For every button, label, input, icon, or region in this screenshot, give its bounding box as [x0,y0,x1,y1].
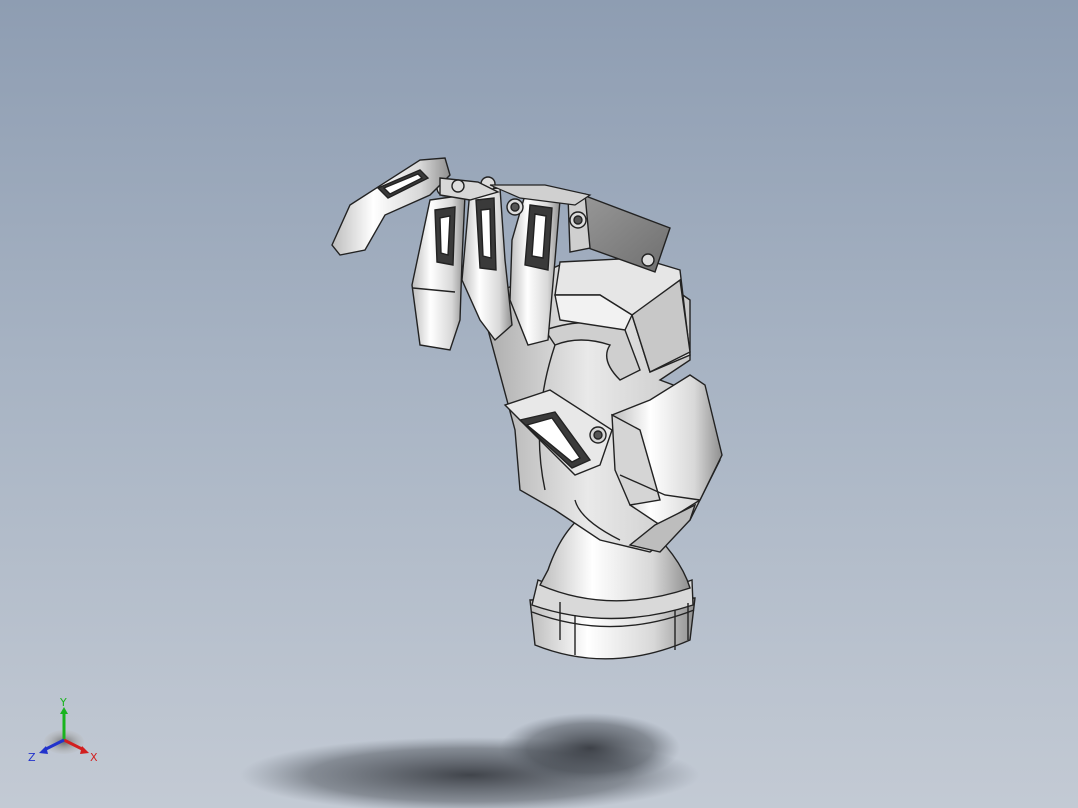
middle-finger[interactable] [461,176,513,342]
x-axis-label: X [90,751,98,764]
model-scene[interactable] [0,0,1078,808]
ground-shadow [240,713,700,808]
z-axis-label: Z [28,751,36,764]
index-finger[interactable] [411,179,466,351]
y-axis-label: Y [59,696,67,709]
model-viewport[interactable]: Y X Z [0,0,1078,808]
coordinate-triad[interactable]: Y X Z [24,694,108,770]
